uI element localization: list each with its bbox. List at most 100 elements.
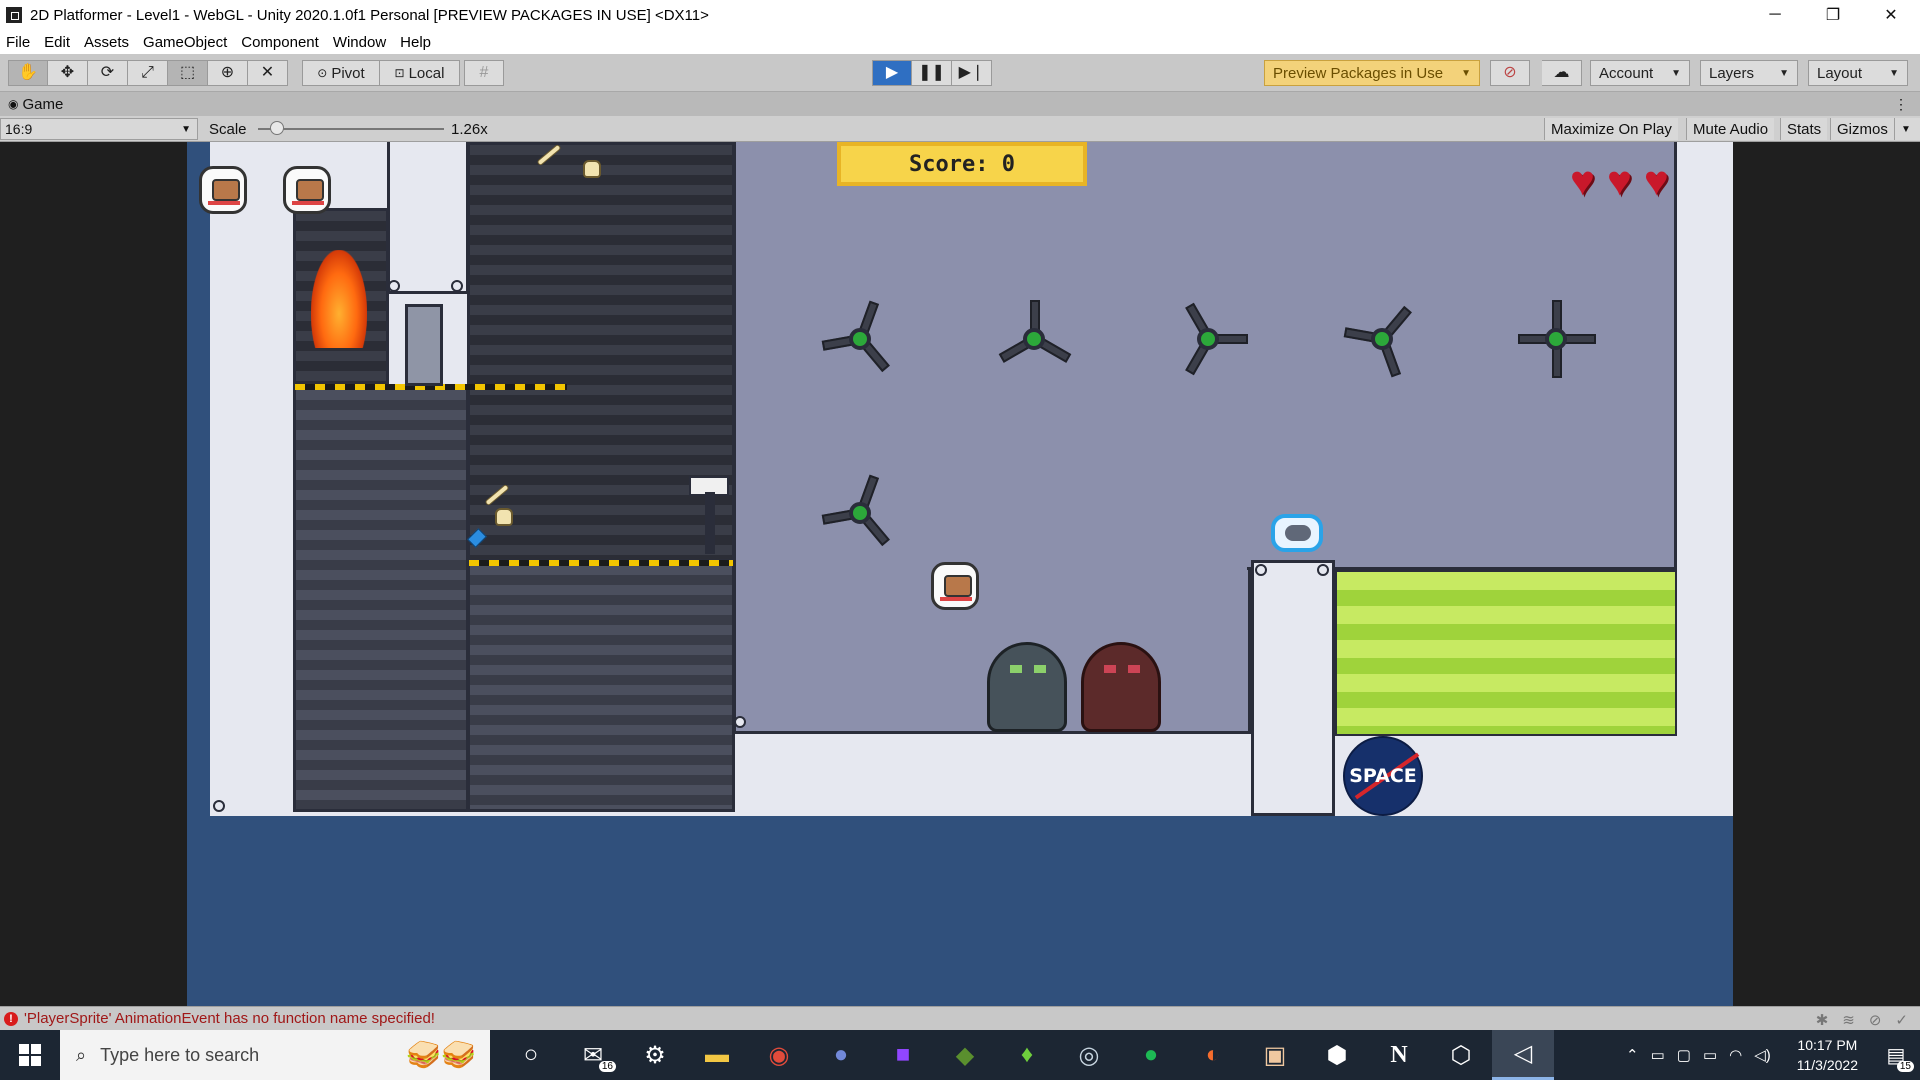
score-display: Score: 0 (837, 142, 1087, 186)
pause-icon: ❚❚ (918, 64, 945, 81)
chevron-up-icon[interactable]: ⌃ (1626, 1046, 1639, 1064)
aspect-ratio-value: 16:9 (5, 121, 33, 137)
gizmos-toggle[interactable]: Gizmos (1830, 118, 1894, 140)
checkpoint-robot (685, 472, 733, 558)
upper-pillar (387, 142, 469, 294)
close-button[interactable]: ✕ (1862, 0, 1920, 30)
account-dropdown[interactable]: Account ▼ (1590, 60, 1690, 86)
right-pillar (1251, 560, 1335, 816)
fire-hazard (311, 250, 367, 348)
unity-editor-icon[interactable]: ◁ (1492, 1030, 1554, 1080)
chevron-down-icon: ▼ (1671, 67, 1681, 79)
menu-help[interactable]: Help (400, 34, 431, 51)
battery-icon[interactable]: ▭ (1703, 1046, 1717, 1064)
layers-icon: ≋ (1842, 1012, 1855, 1029)
mail-icon[interactable]: ✉ 16 (562, 1030, 624, 1080)
game-viewport[interactable]: Score: 0 ♥ ♥ ♥ SPACE (0, 142, 1920, 1006)
cloud-button[interactable]: ☁ (1542, 60, 1582, 86)
layout-dropdown[interactable]: Layout ▼ (1808, 60, 1908, 86)
menu-edit[interactable]: Edit (44, 34, 70, 51)
notion-icon[interactable]: N (1368, 1030, 1430, 1080)
mute-audio-toggle[interactable]: Mute Audio (1686, 118, 1775, 140)
anime-app-icon[interactable]: ▣ (1244, 1030, 1306, 1080)
step-button[interactable]: ▶❘ (952, 60, 992, 86)
rect-tool-button[interactable]: ⬚ (168, 60, 208, 86)
spinning-blade-enemy (1341, 298, 1423, 380)
gamepad-icon: ◉ (8, 97, 19, 111)
taskbar-search[interactable]: ⌕ Type here to search 🥪🥪 (60, 1030, 490, 1080)
aspect-ratio-dropdown[interactable]: 16:9 ▼ (0, 118, 198, 140)
camera-icon[interactable]: ▭ (1651, 1046, 1665, 1064)
discord-icon[interactable]: ● (810, 1030, 872, 1080)
twitch-icon[interactable]: ■ (872, 1030, 934, 1080)
taskbar-clock[interactable]: 10:17 PM 11/3/2022 (1797, 1035, 1858, 1075)
layers-dropdown[interactable]: Layers ▼ (1700, 60, 1798, 86)
menu-window[interactable]: Window (333, 34, 386, 51)
cortana-icon[interactable]: ○ (500, 1030, 562, 1080)
space-logo: SPACE (1343, 736, 1423, 816)
menu-gameobject[interactable]: GameObject (143, 34, 227, 51)
start-button[interactable] (0, 1030, 60, 1080)
rotate-tool-button[interactable]: ⟳ (88, 60, 128, 86)
hand-tool-button[interactable]: ✋ (8, 60, 48, 86)
gizmos-dropdown[interactable]: ▼ (1894, 118, 1920, 140)
console-message[interactable]: 'PlayerSprite' AnimationEvent has no fun… (24, 1010, 435, 1027)
rect-tool-icon: ⬚ (179, 64, 196, 81)
menu-assets[interactable]: Assets (84, 34, 129, 51)
minimize-button[interactable]: ─ (1746, 0, 1804, 30)
settings-icon[interactable]: ⚙ (624, 1030, 686, 1080)
pause-button[interactable]: ❚❚ (912, 60, 952, 86)
unity-app-icon (6, 7, 22, 23)
chevron-down-icon: ▼ (1889, 67, 1899, 79)
spinning-blade-enemy (819, 472, 901, 554)
notification-center-button[interactable]: ▤ 15 (1872, 1030, 1920, 1080)
pivot-toggle[interactable]: ⊙ Pivot (302, 60, 380, 86)
epic-games-icon[interactable]: ⬢ (1306, 1030, 1368, 1080)
scale-tool-button[interactable]: ⤢ (128, 60, 168, 86)
file-explorer-icon[interactable]: ▬ (686, 1030, 748, 1080)
cloud-icon: ☁ (1553, 64, 1570, 81)
sims-icon[interactable]: ♦ (996, 1030, 1058, 1080)
origin-icon[interactable]: ◐ (1182, 1030, 1244, 1080)
astronaut-life-icon (199, 166, 247, 214)
maximize-button[interactable]: ❐ (1804, 0, 1862, 30)
game-canvas[interactable]: Score: 0 ♥ ♥ ♥ SPACE (187, 142, 1733, 1006)
bolt-icon (213, 800, 225, 812)
preview-packages-button[interactable]: Preview Packages in Use ▼ (1264, 60, 1480, 86)
maximize-on-play-toggle[interactable]: Maximize On Play (1544, 118, 1678, 140)
grid-snap-button[interactable]: # (464, 60, 504, 86)
volume-icon[interactable]: ◁) (1754, 1046, 1771, 1064)
play-button[interactable]: ▶ (872, 60, 912, 86)
upper-right-room (1247, 142, 1677, 570)
acid-pool (1335, 570, 1677, 736)
local-toggle[interactable]: ⊡ Local (380, 60, 460, 86)
mail-badge: 16 (598, 1061, 616, 1072)
more-options-icon[interactable]: ⋮ (1894, 96, 1908, 113)
cast-icon[interactable]: ▢ (1677, 1046, 1691, 1064)
scale-value: 1.26x (451, 121, 488, 138)
chrome-icon[interactable]: ◉ (748, 1030, 810, 1080)
console-status-bar[interactable]: ! 'PlayerSprite' AnimationEvent has no f… (0, 1006, 1920, 1030)
tab-game[interactable]: Game (22, 96, 63, 113)
scale-label: Scale (209, 121, 247, 138)
local-label: Local (408, 64, 445, 82)
alien-enemy (1081, 642, 1161, 732)
transform-tool-button[interactable]: ⊕ (208, 60, 248, 86)
game-view-controls: 16:9 ▼ Scale 1.26x Maximize On Play Mute… (0, 116, 1920, 142)
collab-button[interactable]: ⊘ (1490, 60, 1530, 86)
search-icon: ⌕ (76, 1044, 87, 1065)
unity-hub-icon[interactable]: ⬡ (1430, 1030, 1492, 1080)
scale-slider-thumb[interactable] (269, 121, 284, 135)
menu-component[interactable]: Component (241, 34, 319, 51)
custom-tool-button[interactable]: ✕ (248, 60, 288, 86)
menu-file[interactable]: File (6, 34, 30, 51)
minecraft-icon[interactable]: ◆ (934, 1030, 996, 1080)
move-tool-button[interactable]: ✥ (48, 60, 88, 86)
wifi-icon[interactable]: ◠ (1729, 1046, 1742, 1064)
steam-icon[interactable]: ◎ (1058, 1030, 1120, 1080)
stats-toggle[interactable]: Stats (1780, 118, 1828, 140)
scale-slider-track[interactable] (258, 128, 444, 130)
heart-icon: ♥ (1570, 157, 1595, 204)
spotify-icon[interactable]: ● (1120, 1030, 1182, 1080)
custom-tool-icon: ✕ (260, 64, 275, 81)
